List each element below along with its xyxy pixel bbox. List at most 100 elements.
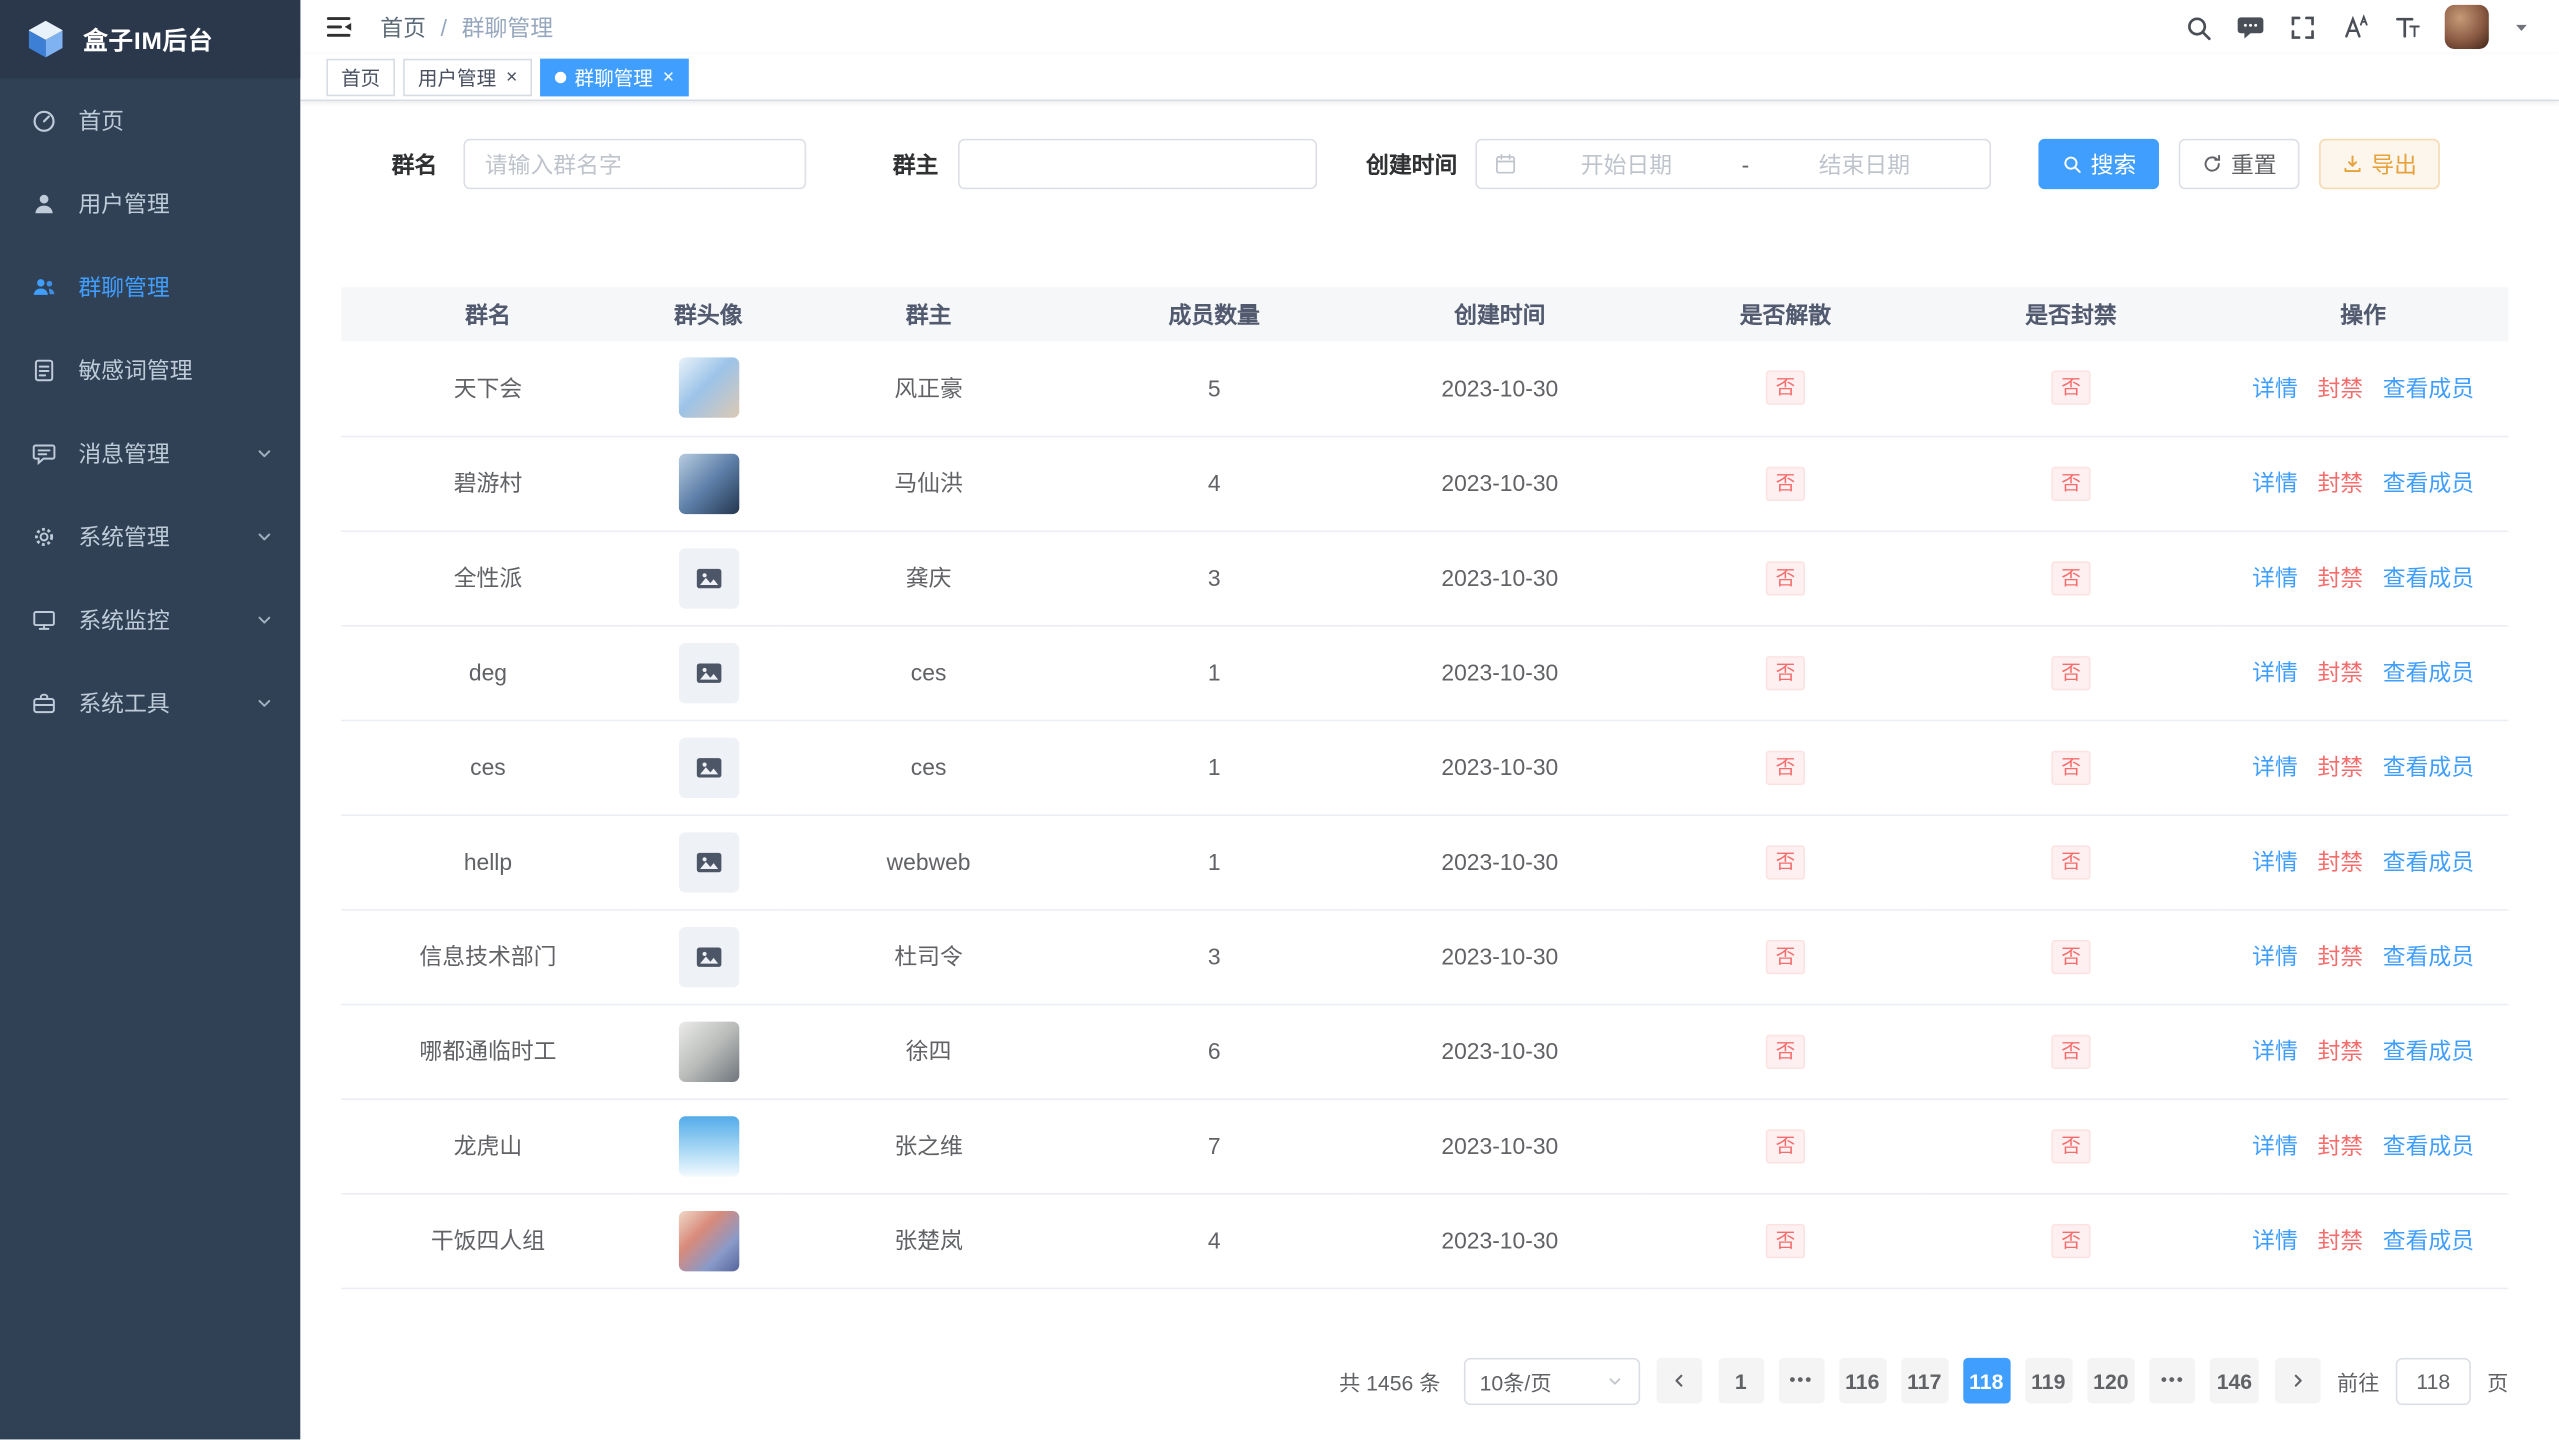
detail-link[interactable]: 详情 xyxy=(2252,375,2298,401)
more-pages-button[interactable]: ••• xyxy=(2150,1358,2196,1404)
tab-2[interactable]: 群聊管理 × xyxy=(540,58,689,96)
sidebar-item-2[interactable]: 群聊管理 xyxy=(0,245,300,328)
detail-link[interactable]: 详情 xyxy=(2252,849,2298,875)
breadcrumb-home[interactable]: 首页 xyxy=(380,11,426,44)
table-row: 天下会 风正豪 5 2023-10-30 否 否 详情封禁查看成员 xyxy=(341,341,2508,436)
sidebar-item-4[interactable]: 消息管理 xyxy=(0,411,300,494)
next-page-button[interactable] xyxy=(2275,1358,2321,1404)
chevron-down-icon xyxy=(255,610,275,630)
ban-link[interactable]: 封禁 xyxy=(2317,565,2363,591)
ban-link[interactable]: 封禁 xyxy=(2317,1133,2363,1159)
view-members-link[interactable]: 查看成员 xyxy=(2383,659,2474,685)
sidebar-toggle-icon[interactable] xyxy=(323,11,354,42)
app-title: 盒子IM后台 xyxy=(83,22,213,56)
owner-input[interactable] xyxy=(958,139,1317,190)
ban-link[interactable]: 封禁 xyxy=(2317,849,2363,875)
user-avatar[interactable] xyxy=(2445,5,2489,49)
dissolved-badge: 否 xyxy=(1766,845,1805,879)
view-members-link[interactable]: 查看成员 xyxy=(2383,1038,2474,1064)
caret-down-icon[interactable] xyxy=(2512,17,2532,37)
peoples-icon xyxy=(31,273,57,299)
page-button-1[interactable]: 1 xyxy=(1718,1358,1764,1404)
detail-link[interactable]: 详情 xyxy=(2252,1038,2298,1064)
goto-page-input[interactable] xyxy=(2396,1357,2471,1404)
sidebar-item-3[interactable]: 敏感词管理 xyxy=(0,328,300,411)
view-members-link[interactable]: 查看成员 xyxy=(2383,565,2474,591)
banned-badge: 否 xyxy=(2051,655,2090,689)
date-start-input[interactable]: 开始日期 xyxy=(1518,148,1735,181)
app-logo[interactable]: 盒子IM后台 xyxy=(0,0,300,78)
export-button[interactable]: 导出 xyxy=(2319,139,2440,190)
tab-1[interactable]: 用户管理 × xyxy=(403,58,532,96)
dashboard-icon xyxy=(31,107,57,133)
font-size-icon[interactable] xyxy=(2340,12,2369,41)
ban-link[interactable]: 封禁 xyxy=(2317,943,2363,969)
close-icon[interactable]: × xyxy=(506,67,517,87)
page-button-116[interactable]: 116 xyxy=(1839,1358,1886,1404)
detail-link[interactable]: 详情 xyxy=(2252,1133,2298,1159)
created-label: 创建时间 xyxy=(1366,148,1457,181)
banned-badge: 否 xyxy=(2051,939,2090,973)
layout-size-icon[interactable] xyxy=(2393,12,2422,41)
ban-link[interactable]: 封禁 xyxy=(2317,659,2363,685)
column-header: 操作 xyxy=(2218,287,2508,341)
page-button-120[interactable]: 120 xyxy=(2087,1358,2135,1404)
page-button-146[interactable]: 146 xyxy=(2210,1358,2258,1404)
reset-button-label: 重置 xyxy=(2231,148,2277,181)
view-members-link[interactable]: 查看成员 xyxy=(2383,470,2474,496)
page-button-117[interactable]: 117 xyxy=(1901,1358,1948,1404)
search-icon xyxy=(2061,153,2082,174)
close-icon[interactable]: × xyxy=(663,67,674,87)
breadcrumb: 首页 / 群聊管理 xyxy=(380,11,553,44)
detail-link[interactable]: 详情 xyxy=(2252,754,2298,780)
cell-member-count: 7 xyxy=(1075,1098,1352,1193)
view-members-link[interactable]: 查看成员 xyxy=(2383,375,2474,401)
view-members-link[interactable]: 查看成员 xyxy=(2383,849,2474,875)
view-members-link[interactable]: 查看成员 xyxy=(2383,1133,2474,1159)
detail-link[interactable]: 详情 xyxy=(2252,659,2298,685)
search-icon[interactable] xyxy=(2184,12,2213,41)
search-button[interactable]: 搜索 xyxy=(2038,139,2159,190)
date-end-input[interactable]: 结束日期 xyxy=(1756,148,1973,181)
dissolved-badge: 否 xyxy=(1766,655,1805,689)
fullscreen-icon[interactable] xyxy=(2288,12,2317,41)
column-header: 群主 xyxy=(782,287,1076,341)
detail-link[interactable]: 详情 xyxy=(2252,565,2298,591)
ban-link[interactable]: 封禁 xyxy=(2317,470,2363,496)
groups-table: 群名群头像群主成员数量创建时间是否解散是否封禁操作 天下会 风正豪 5 2023… xyxy=(341,287,2508,1288)
page-button-118[interactable]: 118 xyxy=(1963,1358,2010,1404)
doc-icon xyxy=(31,357,57,383)
sidebar-item-5[interactable]: 系统管理 xyxy=(0,494,300,577)
cell-owner: 龚庆 xyxy=(782,530,1076,625)
view-members-link[interactable]: 查看成员 xyxy=(2383,1227,2474,1253)
view-members-link[interactable]: 查看成员 xyxy=(2383,754,2474,780)
sidebar-item-1[interactable]: 用户管理 xyxy=(0,162,300,245)
page-button-119[interactable]: 119 xyxy=(2025,1358,2072,1404)
cell-created-time: 2023-10-30 xyxy=(1353,1004,1647,1099)
ban-link[interactable]: 封禁 xyxy=(2317,1227,2363,1253)
chat-icon[interactable] xyxy=(2236,12,2265,41)
tab-0[interactable]: 首页 xyxy=(326,58,395,96)
sidebar-item-6[interactable]: 系统监控 xyxy=(0,578,300,661)
date-range-picker[interactable]: 开始日期 - 结束日期 xyxy=(1475,139,1991,190)
banned-badge: 否 xyxy=(2051,845,2090,879)
ban-link[interactable]: 封禁 xyxy=(2317,375,2363,401)
cell-group-name: ces xyxy=(341,720,635,815)
more-pages-button[interactable]: ••• xyxy=(1778,1358,1824,1404)
tabs-bar: 首页 用户管理 × 群聊管理 × xyxy=(300,54,2559,101)
sidebar-item-7[interactable]: 系统工具 xyxy=(0,661,300,744)
view-members-link[interactable]: 查看成员 xyxy=(2383,943,2474,969)
reset-button[interactable]: 重置 xyxy=(2179,139,2300,190)
prev-page-button[interactable] xyxy=(1656,1358,1702,1404)
detail-link[interactable]: 详情 xyxy=(2252,943,2298,969)
detail-link[interactable]: 详情 xyxy=(2252,470,2298,496)
detail-link[interactable]: 详情 xyxy=(2252,1227,2298,1253)
page-size-select[interactable]: 10条/页 xyxy=(1463,1357,1639,1404)
sidebar-item-0[interactable]: 首页 xyxy=(0,78,300,161)
ban-link[interactable]: 封禁 xyxy=(2317,1038,2363,1064)
banned-badge: 否 xyxy=(2051,466,2090,500)
cell-group-name: 碧游村 xyxy=(341,436,635,531)
group-name-input[interactable] xyxy=(463,139,806,190)
dissolved-badge: 否 xyxy=(1766,1129,1805,1163)
ban-link[interactable]: 封禁 xyxy=(2317,754,2363,780)
